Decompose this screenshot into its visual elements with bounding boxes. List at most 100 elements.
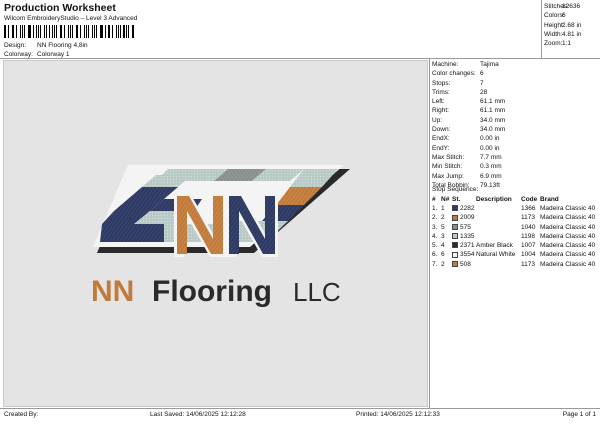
info-label: Stops: xyxy=(432,79,451,87)
info-label: Down: xyxy=(432,126,451,134)
summary-value: 6 xyxy=(562,12,566,20)
color-swatch xyxy=(452,205,458,212)
thread-brand: Madeira Classic 40 xyxy=(540,251,596,259)
thread-brand: Madeira Classic 40 xyxy=(540,205,596,212)
stitch-count: 2371 xyxy=(452,241,476,250)
info-row: EndX: 0.00 in xyxy=(432,134,600,143)
stitch-count: 1335 xyxy=(452,232,476,241)
color-swatch xyxy=(452,242,458,249)
barcode-bar xyxy=(109,25,111,38)
info-row: Left: 61.1 mm xyxy=(432,97,600,106)
thread-code: 1040 xyxy=(521,223,536,231)
brand-name: Flooring xyxy=(152,275,272,308)
table-row: 6. 6 3554 Natural White 1004 Madeira Classic … xyxy=(432,250,600,259)
info-value: Tajima xyxy=(480,61,499,68)
info-row: Right: 61.1 mm xyxy=(432,106,600,115)
info-row: Max Stitch: 7.7 mm xyxy=(432,153,600,162)
design-value: NN Flooring 4,8in xyxy=(37,42,88,49)
footer-divider xyxy=(0,408,600,409)
info-value: 0.00 in xyxy=(480,135,500,143)
barcode-bar xyxy=(27,25,29,38)
info-value: 7 xyxy=(480,79,484,87)
description xyxy=(476,260,521,269)
barcode-bar xyxy=(91,25,93,38)
summary-value: 4.81 in xyxy=(562,30,582,38)
info-row: EndY: 0.00 in xyxy=(432,144,600,153)
info-label: Trims: xyxy=(432,88,450,96)
production-worksheet: Production Worksheet Wilcom EmbroiderySt… xyxy=(0,0,600,424)
barcode-bar xyxy=(101,25,103,38)
description xyxy=(476,213,521,222)
summary-label: Zoom: xyxy=(544,40,563,48)
thread-code: 1004 xyxy=(521,251,536,259)
barcode-bar xyxy=(13,25,15,38)
info-label: Right: xyxy=(432,107,449,115)
summary-row: Zoom: 1:1 xyxy=(544,39,600,48)
info-label: EndY: xyxy=(432,144,450,152)
summary-label: Width: xyxy=(544,30,563,38)
embroidery-logo: NN Flooring LLC xyxy=(91,165,350,308)
needle-number: 5 xyxy=(441,223,445,231)
col-header: Description xyxy=(476,196,512,203)
info-label: Left: xyxy=(432,98,445,106)
stop-sequence-table: # N# St. Description Code Brand 1. 1 2282 1… xyxy=(432,195,600,269)
info-row: Stops: 7 xyxy=(432,79,600,88)
info-row: Machine: Tajima xyxy=(432,60,600,69)
stitch-count: 3554 xyxy=(452,250,476,259)
description xyxy=(476,204,521,213)
summary-row: Stitches: 12636 xyxy=(544,2,600,11)
info-value: 7.7 mm xyxy=(480,153,502,161)
table-row: 5. 4 2371 Amber Black 1007 Madeira Classic 40 xyxy=(432,241,600,250)
stop-number: 4. xyxy=(432,232,438,240)
stitch-count-value: 1335 xyxy=(460,232,475,240)
info-row: Trims: 28 xyxy=(432,88,600,97)
design-label: Design: xyxy=(4,42,27,49)
info-row: Down: 34.0 mm xyxy=(432,125,600,134)
info-label: Max Stitch: xyxy=(432,153,465,161)
needle-number: 3 xyxy=(441,232,445,240)
header-divider xyxy=(0,58,600,59)
summary-row: Height: 2.68 in xyxy=(544,21,600,30)
info-value: 79.13ft xyxy=(480,181,500,189)
stitch-count: 2282 xyxy=(452,204,476,213)
brand-initials: NN xyxy=(91,275,134,308)
info-divider xyxy=(429,59,430,408)
summary-panel: Stitches: 12636 Colors: 6 Height: 2.68 in W… xyxy=(544,2,600,48)
created-by: Created By: xyxy=(4,411,39,418)
info-value: 61.1 mm xyxy=(480,98,506,106)
col-header: Code xyxy=(521,196,538,203)
table-header-row: # N# St. Description Code Brand xyxy=(432,195,600,204)
description xyxy=(476,223,521,232)
barcode-bar xyxy=(123,25,125,38)
barcode-bar xyxy=(63,25,66,38)
stop-sequence-title: Stop Sequence: xyxy=(432,186,479,193)
design-preview: NN Flooring LLC xyxy=(3,60,428,407)
info-value: 28 xyxy=(480,88,488,96)
table-row: 7. 2 508 1173 Madeira Classic 40 xyxy=(432,260,600,269)
info-row: Up: 34.0 mm xyxy=(432,116,600,125)
barcode-bar xyxy=(43,25,46,38)
barcode-bar xyxy=(29,25,31,38)
info-value: 0.00 in xyxy=(480,144,500,152)
info-label: Min Stitch: xyxy=(432,163,463,171)
barcode-bar xyxy=(5,25,7,38)
last-saved: Last Saved: 14/06/2025 12:12:28 xyxy=(150,411,246,418)
col-header: N# xyxy=(441,196,450,203)
needle-number: 2 xyxy=(441,214,445,222)
info-row: Min Stitch: 0.3 mm xyxy=(432,162,600,171)
barcode-bar xyxy=(83,25,85,38)
summary-value: 2.68 in xyxy=(562,21,582,29)
color-swatch xyxy=(452,251,458,258)
info-label: Max Jump: xyxy=(432,172,464,180)
barcode-bar xyxy=(56,25,58,38)
summary-row: Colors: 6 xyxy=(544,11,600,20)
stop-number: 7. xyxy=(432,260,438,268)
info-value: 34.0 mm xyxy=(480,116,506,124)
stitch-count: 2009 xyxy=(452,213,476,222)
stitch-count-value: 3554 xyxy=(460,251,475,259)
color-swatch xyxy=(452,233,458,240)
barcode-bar xyxy=(51,25,53,38)
thread-brand: Madeira Classic 40 xyxy=(540,242,596,250)
needle-number: 2 xyxy=(441,260,445,268)
stop-number: 3. xyxy=(432,223,438,231)
